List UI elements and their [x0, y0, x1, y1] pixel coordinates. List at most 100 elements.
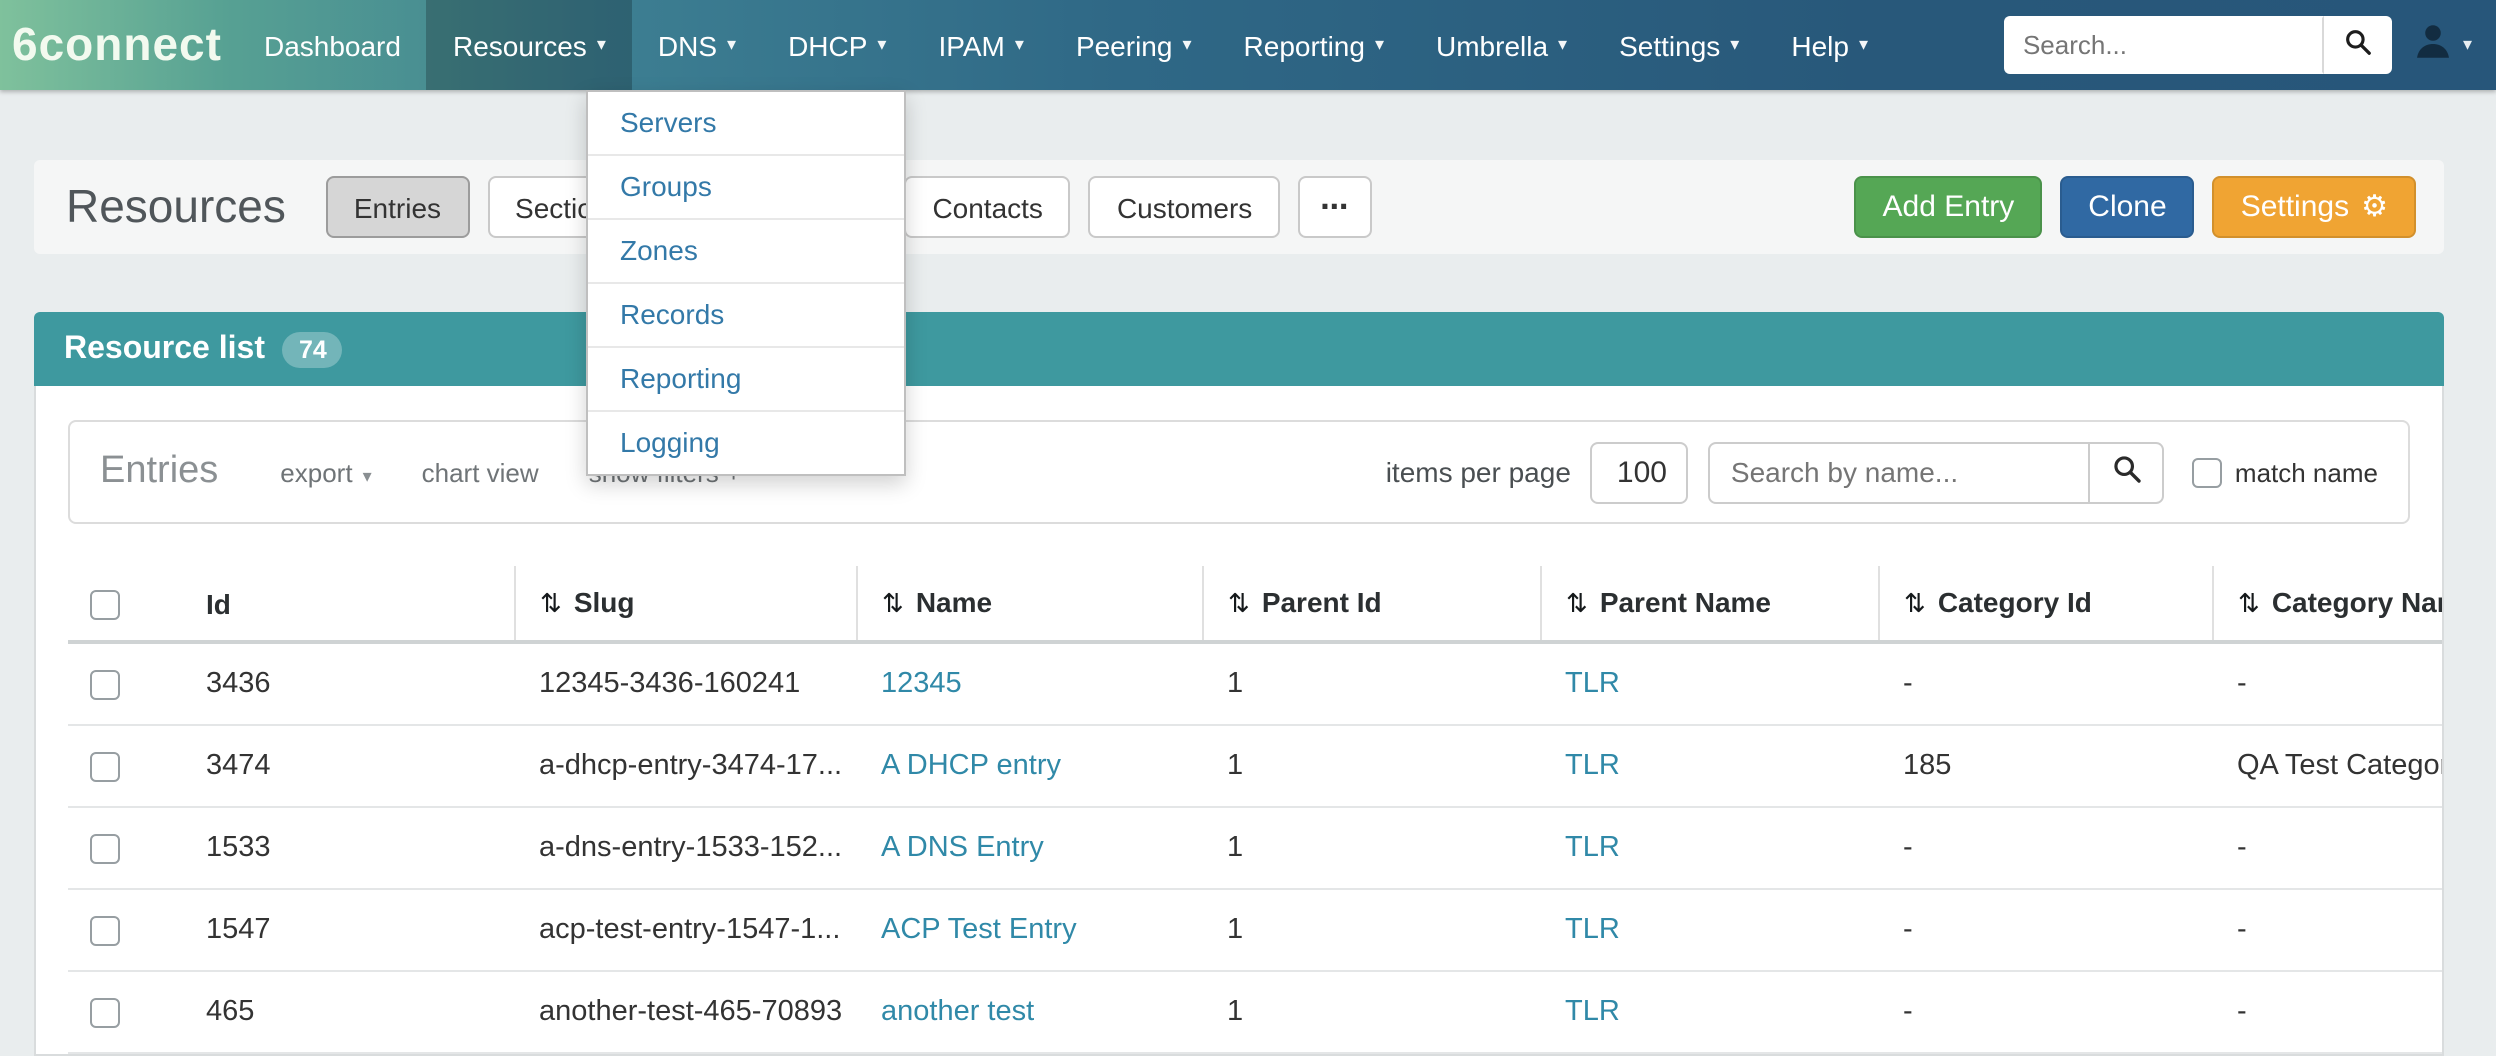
entry-name-link[interactable]: another test: [881, 996, 1034, 1028]
header-actions: Add Entry Clone Settings⚙: [1855, 176, 2416, 238]
column-header-category_name[interactable]: ⇅Category Name: [2213, 566, 2444, 642]
cell-name: A DHCP entry: [857, 725, 1203, 807]
row-select-cell: [68, 971, 182, 1053]
parent-name-link[interactable]: TLR: [1565, 914, 1620, 946]
dns-menu-item-reporting[interactable]: Reporting: [588, 348, 904, 412]
nav-item-dns[interactable]: DNS ▾: [632, 0, 762, 90]
nav-item-label: Dashboard: [264, 29, 401, 61]
name-search-input[interactable]: [1709, 441, 2091, 503]
cell-id: 1547: [182, 889, 515, 971]
parent-name-link[interactable]: TLR: [1565, 750, 1620, 782]
nav-item-reporting[interactable]: Reporting▾: [1218, 0, 1410, 90]
tab-customers[interactable]: Customers: [1089, 176, 1280, 238]
table-row: 3474a-dhcp-entry-3474-17...A DHCP entry1…: [68, 725, 2444, 807]
nav-item-ipam[interactable]: IPAM▾: [912, 0, 1049, 90]
action-clone-button[interactable]: Clone: [2060, 176, 2194, 238]
parent-name-link[interactable]: TLR: [1565, 668, 1620, 700]
parent-name-link[interactable]: TLR: [1565, 832, 1620, 864]
sort-icon: ⇅: [1904, 588, 1926, 618]
sort-icon: ⇅: [882, 588, 904, 618]
dns-menu-item-records[interactable]: Records: [588, 284, 904, 348]
nav-item-resources[interactable]: Resources ▾: [427, 0, 632, 90]
parent-name-link[interactable]: TLR: [1565, 996, 1620, 1028]
global-search-button[interactable]: [2325, 16, 2393, 74]
cell-id: 465: [182, 971, 515, 1053]
select-all-checkbox[interactable]: [90, 590, 120, 620]
chevron-down-icon: ▾: [1558, 34, 1567, 56]
cell-slug: 12345-3436-160241: [515, 642, 857, 725]
nav-item-umbrella[interactable]: Umbrella▾: [1410, 0, 1593, 90]
top-navbar: 6connect DashboardResources▾DNS▾DHCP▾IPA…: [0, 0, 2496, 90]
chevron-down-icon: ▾: [727, 34, 736, 56]
nav-item-dashboard[interactable]: Dashboard: [238, 0, 427, 90]
resource-list-title: Resource list: [64, 331, 265, 367]
entry-name-link[interactable]: A DHCP entry: [881, 750, 1061, 782]
entry-name-link[interactable]: ACP Test Entry: [881, 914, 1077, 946]
dns-dropdown-menu: ServersGroupsZonesRecordsReportingLoggin…: [586, 90, 906, 476]
main-nav: DashboardResources▾DNS▾DHCP▾IPAM▾Peering…: [238, 0, 1894, 90]
nav-item-label: DNS: [658, 29, 717, 61]
nav-item-peering[interactable]: Peering▾: [1050, 0, 1218, 90]
export-dropdown[interactable]: export▾: [280, 457, 371, 487]
nav-item-help[interactable]: Help▾: [1765, 0, 1894, 90]
nav-item-label: Resources: [453, 29, 587, 61]
nav-item-label: Reporting: [1244, 29, 1365, 61]
sort-icon: ⇅: [1566, 588, 1588, 618]
row-select-checkbox[interactable]: [90, 751, 120, 781]
dns-menu-item-groups[interactable]: Groups: [588, 156, 904, 220]
dns-menu-item-logging[interactable]: Logging: [588, 412, 904, 474]
row-select-checkbox[interactable]: [90, 915, 120, 945]
nav-item-dhcp[interactable]: DHCP▾: [762, 0, 912, 90]
cell-slug: a-dns-entry-1533-152...: [515, 807, 857, 889]
nav-item-label: IPAM: [938, 29, 1004, 61]
tab-entries[interactable]: Entries: [326, 176, 469, 238]
nav-item-label: Settings: [1619, 29, 1720, 61]
cell-parent_id: 1: [1203, 725, 1541, 807]
action-label: Settings: [2241, 190, 2349, 224]
cell-name: ACP Test Entry: [857, 889, 1203, 971]
match-name-checkbox[interactable]: [2193, 457, 2223, 487]
cell-category_id: -: [1879, 971, 2213, 1053]
table-row: 1547acp-test-entry-1547-1...ACP Test Ent…: [68, 889, 2444, 971]
global-search-input[interactable]: [2005, 16, 2325, 74]
column-header-slug[interactable]: ⇅Slug: [515, 566, 857, 642]
column-header-parent_id[interactable]: ⇅Parent Id: [1203, 566, 1541, 642]
cell-parent_id: 1: [1203, 889, 1541, 971]
cell-parent_id: 1: [1203, 642, 1541, 725]
cell-parent_name: TLR: [1541, 971, 1879, 1053]
action-settings-button[interactable]: Settings⚙: [2213, 176, 2416, 238]
items-per-page-input[interactable]: [1591, 441, 1689, 503]
match-name-toggle: match name: [2193, 457, 2378, 487]
app-logo[interactable]: 6connect: [0, 18, 238, 72]
tab-contacts[interactable]: Contacts: [904, 176, 1071, 238]
entry-name-link[interactable]: 12345: [881, 668, 962, 700]
column-label: Name: [916, 586, 992, 618]
chart-view-link[interactable]: chart view: [422, 457, 539, 487]
row-select-checkbox[interactable]: [90, 669, 120, 699]
column-label: Parent Name: [1600, 586, 1771, 618]
dns-menu-item-zones[interactable]: Zones: [588, 220, 904, 284]
action-add-entry-button[interactable]: Add Entry: [1855, 176, 2043, 238]
toolbar-right: items per page: [1386, 441, 2378, 503]
column-header-name[interactable]: ⇅ Name: [857, 566, 1203, 642]
name-search-button[interactable]: [2089, 441, 2165, 503]
entry-name-link[interactable]: A DNS Entry: [881, 832, 1044, 864]
entries-table: Id⇅Slug⇅Name⇅Parent Id⇅Parent Name⇅Categ…: [68, 566, 2444, 1054]
navbar-right: ▾: [2005, 16, 2496, 74]
resource-list-panel: Resource list 74 Entries export▾ chart v…: [34, 312, 2444, 1056]
user-menu[interactable]: ▾: [2413, 19, 2472, 71]
cell-name: another test: [857, 971, 1203, 1053]
column-label: Parent Id: [1262, 586, 1382, 618]
cell-category_id: -: [1879, 807, 2213, 889]
chevron-down-icon: ▾: [597, 34, 606, 56]
column-header-category_id[interactable]: ⇅Category Id: [1879, 566, 2213, 642]
cell-parent_name: TLR: [1541, 725, 1879, 807]
nav-item-settings[interactable]: Settings▾: [1593, 0, 1765, 90]
tab-more[interactable]: ⋯: [1298, 176, 1372, 238]
row-select-checkbox[interactable]: [90, 997, 120, 1027]
dns-menu-item-servers[interactable]: Servers: [588, 92, 904, 156]
cell-category_name: QA Test Category: [2213, 725, 2444, 807]
column-header-parent_name[interactable]: ⇅ Parent Name: [1541, 566, 1879, 642]
row-select-checkbox[interactable]: [90, 833, 120, 863]
select-all-cell: [68, 566, 182, 642]
